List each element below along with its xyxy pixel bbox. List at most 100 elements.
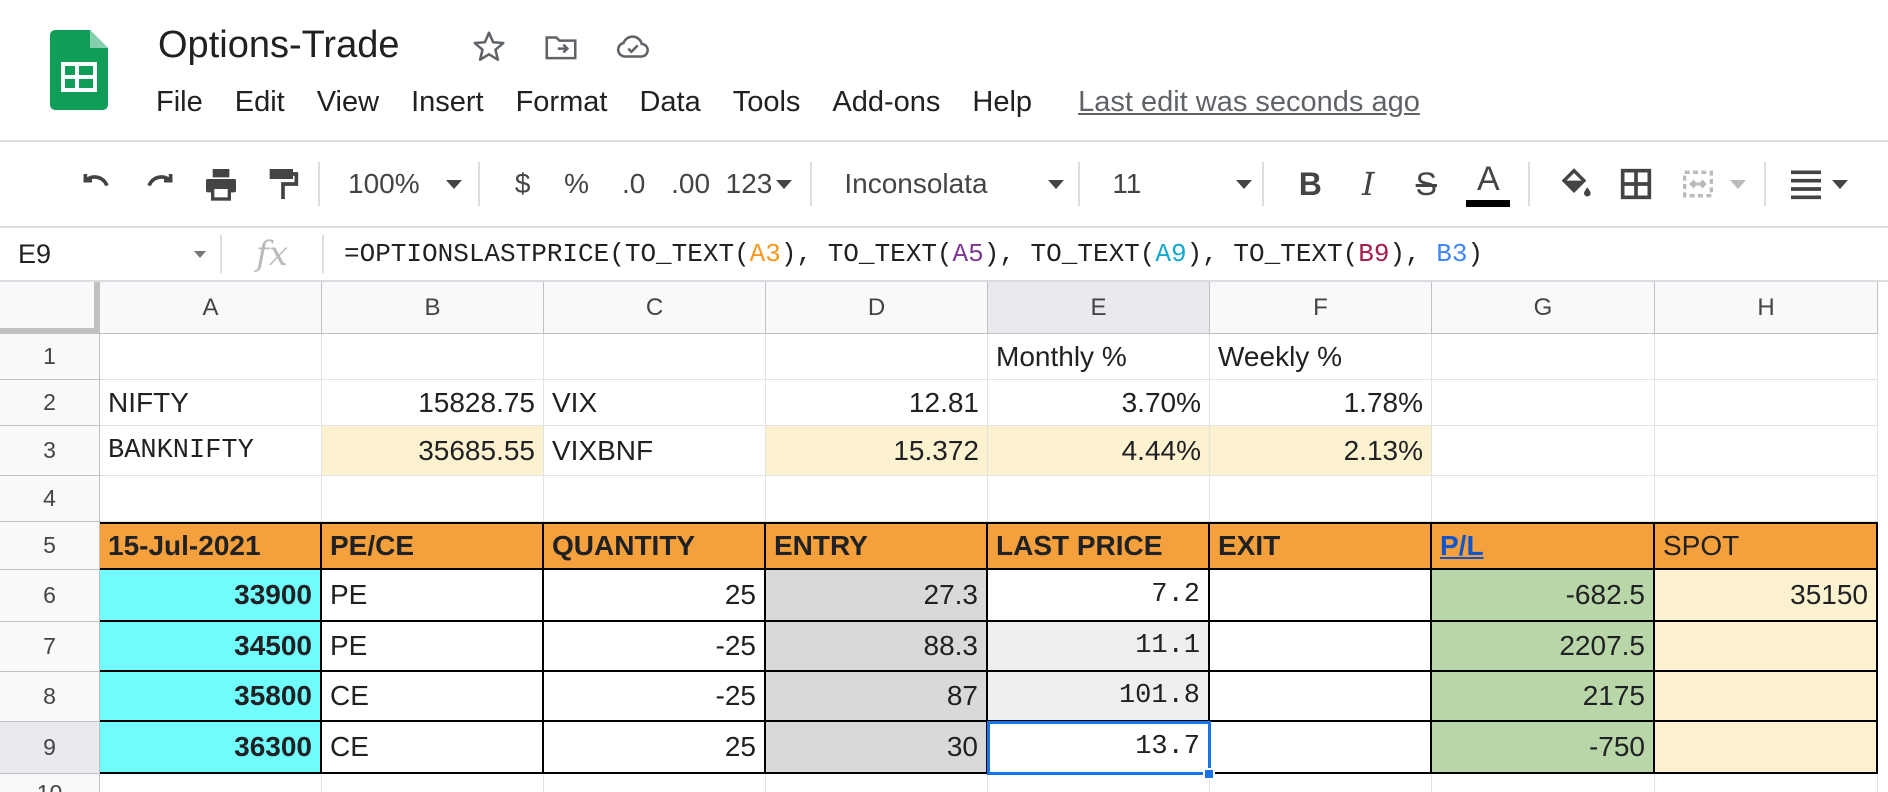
row-header-8[interactable]: 8 <box>0 672 100 722</box>
decrease-decimal-button[interactable]: .0 <box>614 154 654 214</box>
cell-b6[interactable]: PE <box>322 570 544 622</box>
italic-button[interactable]: I <box>1348 154 1388 214</box>
cell-f7[interactable] <box>1210 622 1432 672</box>
increase-decimal-button[interactable]: .00 <box>668 154 714 214</box>
cell-b10[interactable] <box>322 774 544 792</box>
cell-h2[interactable] <box>1655 380 1878 426</box>
cell-h4[interactable] <box>1655 476 1878 522</box>
cell-f10[interactable] <box>1210 774 1432 792</box>
cell-e2[interactable]: 3.70% <box>988 380 1210 426</box>
cell-a2[interactable]: NIFTY <box>100 380 322 426</box>
cell-f9[interactable] <box>1210 722 1432 774</box>
cell-f5[interactable]: EXIT <box>1210 522 1432 570</box>
column-header-c[interactable]: C <box>544 282 766 334</box>
menu-view[interactable]: View <box>317 86 379 119</box>
menu-edit[interactable]: Edit <box>235 86 285 119</box>
cell-e1[interactable]: Monthly % <box>988 334 1210 380</box>
paint-format-icon[interactable] <box>260 154 306 214</box>
cell-b5[interactable]: PE/CE <box>322 522 544 570</box>
text-color-button[interactable]: A <box>1464 154 1512 214</box>
print-icon[interactable] <box>198 154 244 214</box>
cell-d5[interactable]: ENTRY <box>766 522 988 570</box>
cell-c2[interactable]: VIX <box>544 380 766 426</box>
cell-c3[interactable]: VIXBNF <box>544 426 766 476</box>
move-to-folder-icon[interactable] <box>542 28 580 66</box>
row-header-10[interactable]: 10 <box>0 774 100 792</box>
menu-insert[interactable]: Insert <box>411 86 484 119</box>
cell-e6[interactable]: 7.2 <box>988 570 1210 622</box>
pl-link[interactable]: P/L <box>1440 530 1484 562</box>
cell-e4[interactable] <box>988 476 1210 522</box>
font-size-select[interactable]: 11 <box>1112 154 1253 214</box>
document-title[interactable]: Options-Trade <box>158 24 399 67</box>
cell-g4[interactable] <box>1432 476 1655 522</box>
row-header-9[interactable]: 9 <box>0 722 100 774</box>
cell-c9[interactable]: 25 <box>544 722 766 774</box>
cell-g2[interactable] <box>1432 380 1655 426</box>
percent-format-button[interactable]: % <box>560 154 594 214</box>
cell-f4[interactable] <box>1210 476 1432 522</box>
redo-icon[interactable] <box>136 154 182 214</box>
chevron-down-icon[interactable] <box>1832 179 1849 189</box>
cell-g8[interactable]: 2175 <box>1432 672 1655 722</box>
last-edit-link[interactable]: Last edit was seconds ago <box>1078 86 1420 119</box>
cell-g7[interactable]: 2207.5 <box>1432 622 1655 672</box>
cell-f1[interactable]: Weekly % <box>1210 334 1432 380</box>
cell-a3[interactable]: BANKNIFTY <box>100 426 322 476</box>
menu-data[interactable]: Data <box>639 86 700 119</box>
fill-color-icon[interactable] <box>1552 154 1596 214</box>
star-icon[interactable] <box>470 28 508 66</box>
strikethrough-button[interactable]: S <box>1406 154 1446 214</box>
cell-h6[interactable]: 35150 <box>1655 570 1878 622</box>
cell-c5[interactable]: QUANTITY <box>544 522 766 570</box>
cell-g3[interactable] <box>1432 426 1655 476</box>
horizontal-align-icon[interactable] <box>1786 154 1826 214</box>
cell-d8[interactable]: 87 <box>766 672 988 722</box>
menu-file[interactable]: File <box>156 86 203 119</box>
name-box[interactable]: E9 <box>0 228 220 280</box>
cell-a5[interactable]: 15-Jul-2021 <box>100 522 322 570</box>
cell-b7[interactable]: PE <box>322 622 544 672</box>
cell-h3[interactable] <box>1655 426 1878 476</box>
cell-g6[interactable]: -682.5 <box>1432 570 1655 622</box>
cloud-saved-icon[interactable] <box>614 28 652 66</box>
cell-h7[interactable] <box>1655 622 1878 672</box>
cell-e8[interactable]: 101.8 <box>988 672 1210 722</box>
column-header-d[interactable]: D <box>766 282 988 334</box>
column-header-e[interactable]: E <box>988 282 1210 334</box>
cell-h1[interactable] <box>1655 334 1878 380</box>
row-header-1[interactable]: 1 <box>0 334 100 380</box>
column-header-f[interactable]: F <box>1210 282 1432 334</box>
formula-input[interactable]: =OPTIONSLASTPRICE(TO_TEXT(A3), TO_TEXT(A… <box>324 239 1483 269</box>
cell-e3[interactable]: 4.44% <box>988 426 1210 476</box>
cell-e9[interactable]: 13.7 <box>988 722 1210 774</box>
cell-c4[interactable] <box>544 476 766 522</box>
cell-b8[interactable]: CE <box>322 672 544 722</box>
cell-g1[interactable] <box>1432 334 1655 380</box>
cell-h10[interactable] <box>1655 774 1878 792</box>
cell-c6[interactable]: 25 <box>544 570 766 622</box>
menu-format[interactable]: Format <box>516 86 608 119</box>
cell-g9[interactable]: -750 <box>1432 722 1655 774</box>
borders-icon[interactable] <box>1614 154 1658 214</box>
cell-g5[interactable]: P/L <box>1432 522 1655 570</box>
cell-b2[interactable]: 15828.75 <box>322 380 544 426</box>
column-header-g[interactable]: G <box>1432 282 1655 334</box>
cell-d6[interactable]: 27.3 <box>766 570 988 622</box>
row-header-7[interactable]: 7 <box>0 622 100 672</box>
cell-c7[interactable]: -25 <box>544 622 766 672</box>
row-header-3[interactable]: 3 <box>0 426 100 476</box>
select-all-corner[interactable] <box>0 282 100 334</box>
cell-a4[interactable] <box>100 476 322 522</box>
bold-button[interactable]: B <box>1290 154 1330 214</box>
cell-a7[interactable]: 34500 <box>100 622 322 672</box>
cell-d2[interactable]: 12.81 <box>766 380 988 426</box>
more-formats-select[interactable]: 123 <box>726 154 793 214</box>
cell-e10[interactable] <box>988 774 1210 792</box>
column-header-h[interactable]: H <box>1655 282 1878 334</box>
cell-f3[interactable]: 2.13% <box>1210 426 1432 476</box>
menu-tools[interactable]: Tools <box>733 86 801 119</box>
cell-h5[interactable]: SPOT <box>1655 522 1878 570</box>
cell-h8[interactable] <box>1655 672 1878 722</box>
cell-d9[interactable]: 30 <box>766 722 988 774</box>
